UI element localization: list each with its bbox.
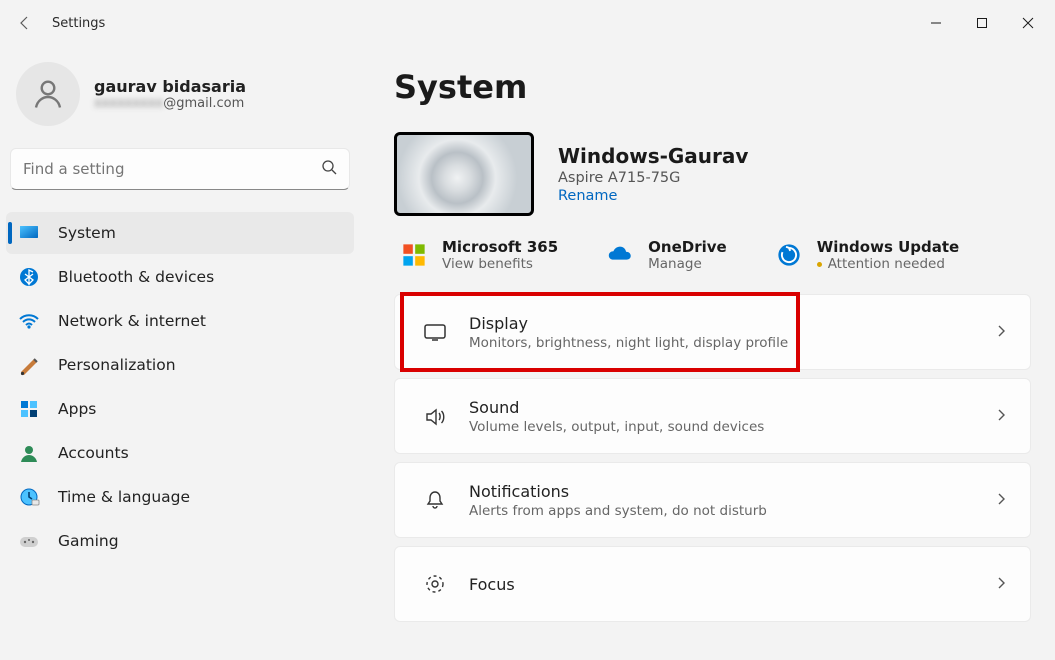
page-title: System [394,68,1031,106]
notifications-icon [417,488,453,512]
personalization-icon [18,354,40,376]
chevron-right-icon [994,407,1008,426]
account-name: gaurav bidasaria [94,77,246,96]
nav-item-apps[interactable]: Apps [6,388,354,430]
focus-icon [417,572,453,596]
app-title: Settings [52,16,105,31]
chevron-right-icon [994,575,1008,594]
nav-label: System [58,224,116,242]
nav-item-bluetooth[interactable]: Bluetooth & devices [6,256,354,298]
main-panel: System Windows-Gaurav Aspire A715-75G Re… [360,46,1055,660]
card-sub: Volume levels, output, input, sound devi… [469,419,764,435]
maximize-button[interactable] [959,7,1005,39]
nav-item-accounts[interactable]: Accounts [6,432,354,474]
display-icon [417,320,453,344]
device-name: Windows-Gaurav [558,144,748,168]
nav-item-time[interactable]: Time & language [6,476,354,518]
settings-cards: Display Monitors, brightness, night light… [394,294,1031,622]
search-icon [321,159,337,179]
nav-label: Gaming [58,532,119,550]
nav-item-gaming[interactable]: Gaming [6,520,354,562]
card-title: Sound [469,398,764,417]
account-block[interactable]: gaurav bidasaria xxxxxxxxx@gmail.com [0,54,360,148]
card-title: Focus [469,575,515,594]
sound-icon [417,404,453,428]
sidebar: gaurav bidasaria xxxxxxxxx@gmail.com Sys… [0,46,360,660]
chevron-right-icon [994,323,1008,342]
system-icon [18,222,40,244]
nav-label: Personalization [58,356,176,374]
card-sound[interactable]: Sound Volume levels, output, input, sound… [394,378,1031,454]
quicklink-sub: Attention needed [817,256,960,272]
quicklink-ms365[interactable]: Microsoft 365View benefits [400,238,558,272]
gaming-icon [18,530,40,552]
quick-links: Microsoft 365View benefits OneDriveManage… [394,238,1031,272]
card-display[interactable]: Display Monitors, brightness, night light… [394,294,1031,370]
time-icon [18,486,40,508]
card-sub: Alerts from apps and system, do not dist… [469,503,767,519]
account-email: xxxxxxxxx@gmail.com [94,96,246,111]
card-focus[interactable]: Focus [394,546,1031,622]
device-row: Windows-Gaurav Aspire A715-75G Rename [394,132,1031,216]
minimize-button[interactable] [913,7,959,39]
quicklink-sub: View benefits [442,256,558,272]
nav-label: Bluetooth & devices [58,268,214,286]
back-button[interactable] [4,15,46,31]
accounts-icon [18,442,40,464]
nav-label: Apps [58,400,96,418]
quicklink-sub: Manage [648,256,727,272]
quicklink-title: Microsoft 365 [442,238,558,256]
bluetooth-icon [18,266,40,288]
card-title: Notifications [469,482,767,501]
device-model: Aspire A715-75G [558,170,748,186]
nav-label: Time & language [58,488,190,506]
nav-list: System Bluetooth & devices Network & inter… [0,212,360,562]
nav-item-personalization[interactable]: Personalization [6,344,354,386]
device-thumbnail [394,132,534,216]
avatar [16,62,80,126]
chevron-right-icon [994,491,1008,510]
onedrive-icon [606,241,634,269]
ms365-icon [400,241,428,269]
nav-label: Accounts [58,444,129,462]
close-button[interactable] [1005,7,1051,39]
quicklink-title: Windows Update [817,238,960,256]
nav-label: Network & internet [58,312,206,330]
quicklink-update[interactable]: Windows UpdateAttention needed [775,238,960,272]
update-icon [775,241,803,269]
search-input[interactable] [23,160,321,178]
card-notifications[interactable]: Notifications Alerts from apps and system… [394,462,1031,538]
quicklink-onedrive[interactable]: OneDriveManage [606,238,727,272]
quicklink-title: OneDrive [648,238,727,256]
title-bar: Settings [0,0,1055,46]
card-sub: Monitors, brightness, night light, displ… [469,335,788,351]
wifi-icon [18,310,40,332]
apps-icon [18,398,40,420]
rename-link[interactable]: Rename [558,188,748,204]
card-title: Display [469,314,788,333]
nav-item-system[interactable]: System [6,212,354,254]
search-box[interactable] [10,148,350,190]
nav-item-wifi[interactable]: Network & internet [6,300,354,342]
